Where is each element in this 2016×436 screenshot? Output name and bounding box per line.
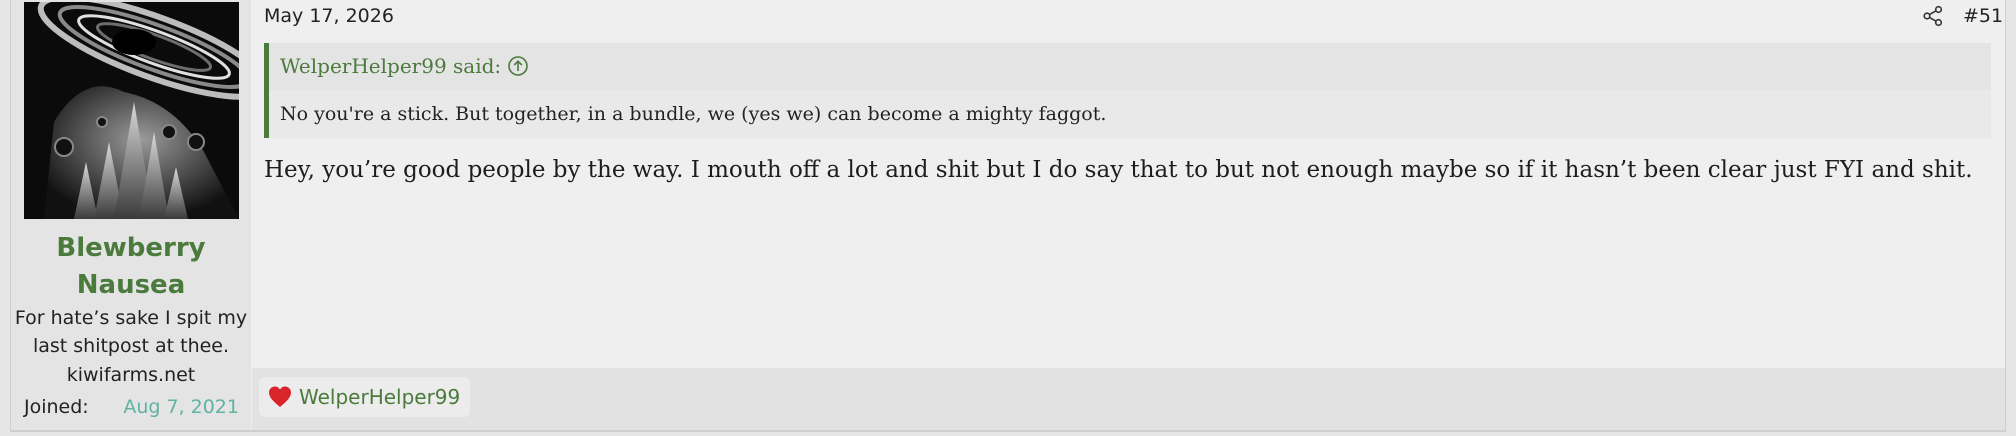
quote-header: WelperHelper99 said: — [269, 43, 1991, 90]
quote-block: WelperHelper99 said: No you're a stick. … — [264, 43, 1991, 138]
joined-row: Joined: Aug 7, 2021 — [24, 393, 239, 421]
user-avatar[interactable] — [24, 2, 239, 219]
post-main: May 17, 2026 #51 WelperHelper99 said: No… — [252, 0, 2005, 430]
forum-post: Blewberry Nausea For hate’s sake I spit … — [10, 0, 2006, 432]
arrow-up-circle-icon[interactable] — [507, 55, 529, 77]
post-number-link[interactable]: #51 — [1963, 3, 2003, 29]
reaction-item[interactable]: WelperHelper99 — [259, 377, 471, 417]
post-message: Hey, you’re good people by the way. I mo… — [264, 157, 1973, 183]
share-icon[interactable] — [1922, 5, 1944, 27]
quote-author-link[interactable]: WelperHelper99 said: — [280, 52, 501, 80]
joined-label: Joined: — [24, 396, 89, 418]
reaction-user-link[interactable]: WelperHelper99 — [299, 383, 460, 411]
post-date[interactable]: May 17, 2026 — [264, 3, 394, 29]
username-link[interactable]: Blewberry Nausea — [11, 230, 251, 304]
user-site: kiwifarms.net — [66, 364, 196, 386]
user-sidebar: Blewberry Nausea For hate’s sake I spit … — [11, 0, 251, 430]
quote-text: No you're a stick. But together, in a bu… — [280, 103, 1107, 125]
galaxy-artwork-avatar — [24, 2, 239, 219]
joined-date: Aug 7, 2021 — [123, 396, 239, 418]
reactions-bar: WelperHelper99 — [252, 368, 2005, 430]
user-title: For hate’s sake I spit my last shitpost … — [14, 307, 248, 357]
heart-icon — [269, 386, 291, 407]
